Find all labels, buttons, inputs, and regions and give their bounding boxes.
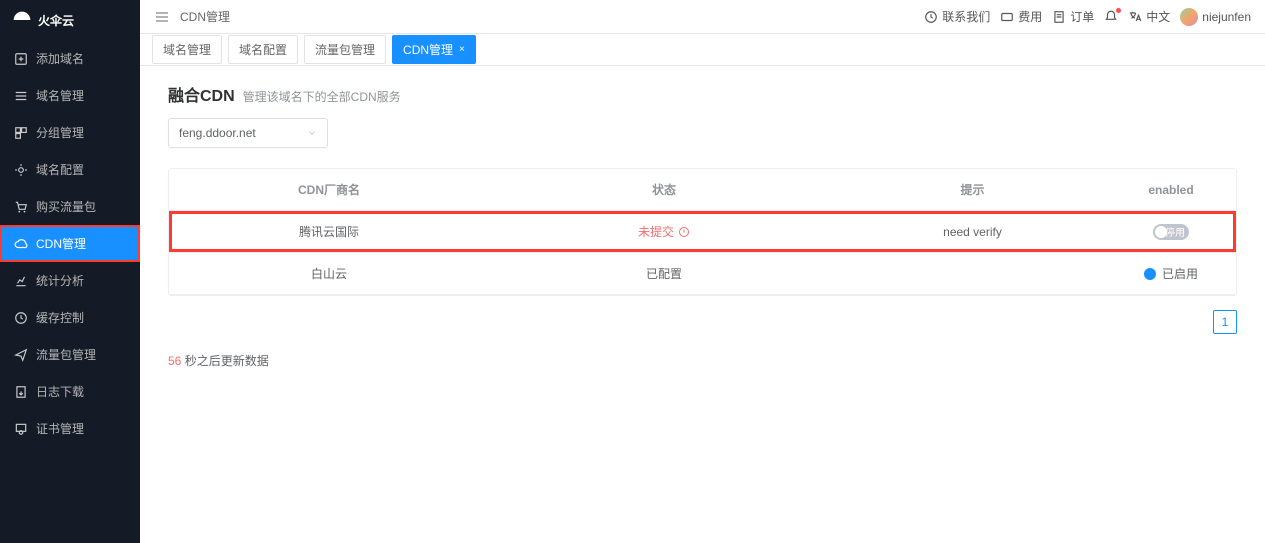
cert-icon [14,422,28,436]
headset-icon [924,10,938,24]
sidebar-item-label: 添加域名 [36,50,84,67]
sidebar: 火伞云 添加域名域名管理分组管理域名配置购买流量包 CDN管理统计分析缓存控制流量… [0,0,140,543]
sidebar-item-8[interactable]: 流量包管理 [0,336,140,373]
col-vendor: CDN厂商名 [169,169,489,210]
sidebar-item-label: 域名管理 [36,87,84,104]
brand-logo: 火伞云 [0,0,140,40]
col-enabled: enabled [1106,169,1236,210]
sidebar-item-6[interactable]: 统计分析 [0,262,140,299]
gear-icon [14,163,28,177]
send-icon [14,348,28,362]
avatar [1180,8,1198,26]
lang-icon [1128,10,1142,24]
sidebar-item-label: 流量包管理 [36,346,96,363]
notifications[interactable] [1104,10,1118,24]
close-icon[interactable]: × [459,44,465,55]
sidebar-item-5[interactable]: CDN管理 [0,225,140,262]
breadcrumb: CDN管理 [180,8,230,25]
tab-label: 流量包管理 [315,41,375,58]
cart-icon [14,200,28,214]
alert-icon [678,226,690,238]
sidebar-menu: 添加域名域名管理分组管理域名配置购买流量包 CDN管理统计分析缓存控制流量包管理日… [0,40,140,447]
cache-icon [14,311,28,325]
refresh-note: 56 秒之后更新数据 [168,352,1237,369]
pagination: 1 [168,310,1237,334]
status-warning: 未提交 [638,223,690,240]
wallet-icon [1000,10,1014,24]
tab-1[interactable]: 域名配置 [228,35,298,64]
tabs: 域名管理 域名配置 流量包管理 CDN管理 × [140,34,1265,66]
sidebar-item-7[interactable]: 缓存控制 [0,299,140,336]
tab-0[interactable]: 域名管理 [152,35,222,64]
sidebar-item-label: 统计分析 [36,272,84,289]
refresh-suffix: 秒之后更新数据 [181,354,268,368]
collapse-icon[interactable] [154,9,170,25]
tab-label: 域名管理 [163,41,211,58]
sidebar-item-label: 缓存控制 [36,309,84,326]
umbrella-icon [12,10,32,30]
cell-tip: need verify [839,211,1106,252]
sidebar-item-0[interactable]: 添加域名 [0,40,140,77]
cloud-icon [14,237,28,251]
sidebar-item-4[interactable]: 购买流量包 [0,188,140,225]
plus-icon [14,52,28,66]
sidebar-item-label: 分组管理 [36,124,84,141]
cell-enabled: 停用 [1106,211,1236,252]
cell-vendor: 腾讯云国际 [169,211,489,252]
sidebar-item-10[interactable]: 证书管理 [0,410,140,447]
table-row: 腾讯云国际 未提交 need verify 停用 [169,211,1236,253]
cdn-table: CDN厂商名 状态 提示 enabled 腾讯云国际 未提交 need verify… [168,168,1237,296]
sidebar-item-1[interactable]: 域名管理 [0,77,140,114]
page-subtitle: 管理该域名下的全部CDN服务 [243,88,401,105]
sidebar-item-label: CDN管理 [36,235,86,252]
status-badge: 已启用 [1144,265,1198,282]
table-row: 白山云 已配置 已启用 [169,253,1236,295]
list-icon [14,89,28,103]
brand-name: 火伞云 [38,12,74,29]
table-header: CDN厂商名 状态 提示 enabled [169,169,1236,211]
col-tip: 提示 [839,169,1106,210]
chart-icon [14,274,28,288]
sidebar-item-2[interactable]: 分组管理 [0,114,140,151]
sidebar-item-label: 购买流量包 [36,198,96,215]
contact-link[interactable]: 联系我们 [924,8,990,25]
sidebar-item-label: 证书管理 [36,420,84,437]
orders-link[interactable]: 订单 [1052,8,1094,25]
sidebar-item-label: 日志下载 [36,383,84,400]
sidebar-item-label: 域名配置 [36,161,84,178]
main: CDN管理 联系我们 费用 订单 中文 niejunfen 域名管理 域名配置 流量… [140,0,1265,543]
tab-label: CDN管理 [403,41,453,58]
grid-icon [14,126,28,140]
status-text: 已配置 [646,265,682,282]
orders-icon [1052,10,1066,24]
tab-label: 域名配置 [239,41,287,58]
notification-dot [1116,8,1121,13]
cell-enabled: 已启用 [1106,253,1236,294]
cell-vendor: 白山云 [169,253,489,294]
cell-status: 未提交 [489,211,839,252]
enable-toggle[interactable]: 停用 [1153,224,1189,240]
top-bar: CDN管理 联系我们 费用 订单 中文 niejunfen [140,0,1265,34]
col-status: 状态 [489,169,839,210]
cell-tip [839,253,1106,294]
cell-status: 已配置 [489,253,839,294]
tab-2[interactable]: 流量包管理 [304,35,386,64]
cost-link[interactable]: 费用 [1000,8,1042,25]
page-title: 融合CDN [168,82,235,106]
log-icon [14,385,28,399]
refresh-seconds: 56 [168,354,181,368]
user-menu[interactable]: niejunfen [1180,8,1251,26]
lang-switch[interactable]: 中文 [1128,8,1170,25]
page-1[interactable]: 1 [1213,310,1237,334]
sidebar-item-9[interactable]: 日志下载 [0,373,140,410]
domain-select[interactable]: feng.ddoor.net [168,118,328,148]
sidebar-item-3[interactable]: 域名配置 [0,151,140,188]
content: 融合CDN 管理该域名下的全部CDN服务 feng.ddoor.net CDN厂… [140,66,1265,385]
chevron-down-icon [307,128,317,138]
tab-3[interactable]: CDN管理 × [392,35,476,64]
domain-value: feng.ddoor.net [179,126,256,140]
